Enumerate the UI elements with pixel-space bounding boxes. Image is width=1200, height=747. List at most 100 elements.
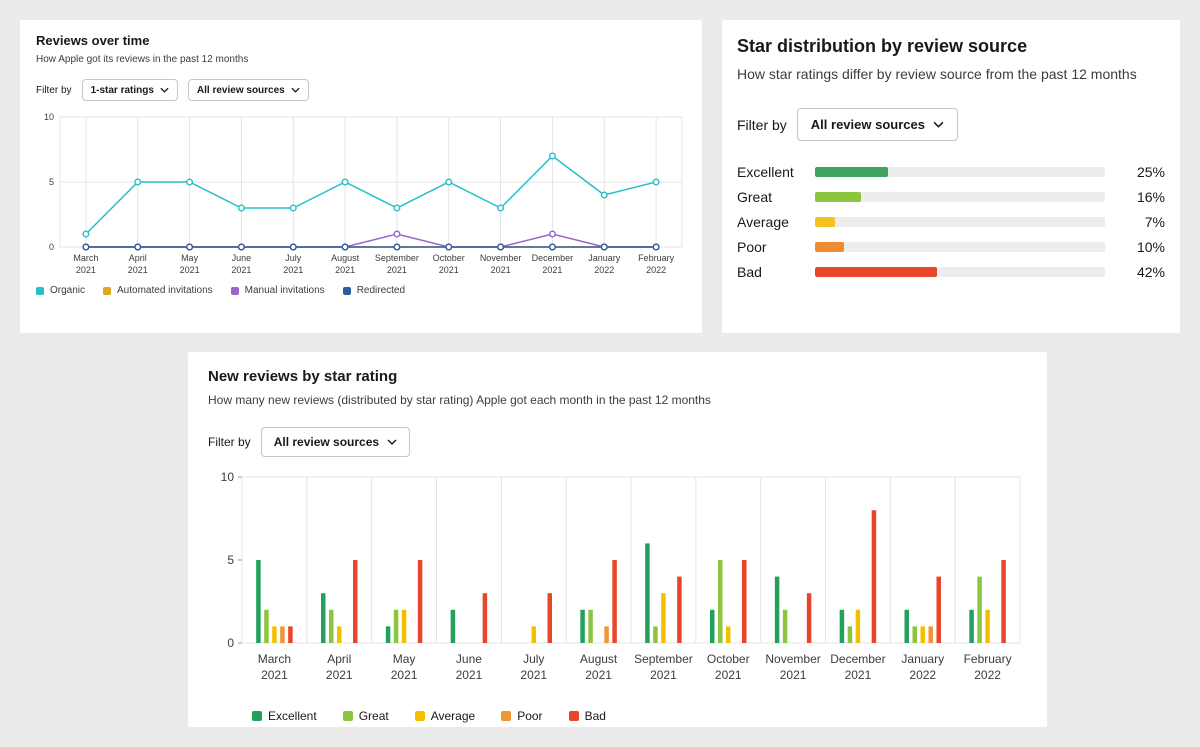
- svg-text:2021: 2021: [542, 265, 562, 275]
- dashboard-page: { "page": {"background": "#ebebeb", "car…: [0, 0, 1200, 747]
- legend-item-excellent: Excellent: [252, 709, 317, 723]
- new-reviews-filter-row: Filter by All review sources: [208, 427, 1027, 457]
- svg-text:May: May: [181, 253, 199, 263]
- reviews-over-time-filter-row: Filter by 1-star ratings All review sour…: [36, 79, 686, 101]
- svg-text:2021: 2021: [261, 668, 288, 682]
- review-source-filter-dropdown[interactable]: All review sources: [797, 108, 958, 141]
- legend-swatch: [103, 287, 111, 295]
- svg-text:2021: 2021: [585, 668, 612, 682]
- svg-text:2021: 2021: [715, 668, 742, 682]
- svg-text:10: 10: [44, 112, 54, 122]
- rating-bar-track: [815, 192, 1105, 202]
- legend-swatch: [231, 287, 239, 295]
- new-reviews-chart: 0510March2021April2021May2021June2021Jul…: [208, 471, 1027, 703]
- svg-text:2021: 2021: [845, 668, 872, 682]
- rating-bar-track: [815, 217, 1105, 227]
- star-rating-filter-dropdown[interactable]: 1-star ratings: [82, 79, 178, 101]
- svg-text:2021: 2021: [231, 265, 251, 275]
- svg-text:2021: 2021: [326, 668, 353, 682]
- svg-text:October: October: [707, 652, 750, 666]
- svg-text:March: March: [73, 253, 98, 263]
- card-star-distribution: Star distribution by review source How s…: [722, 20, 1180, 333]
- legend-label: Average: [431, 709, 475, 723]
- rating-label: Great: [737, 189, 815, 205]
- chevron-down-icon: [160, 87, 169, 93]
- rating-label: Bad: [737, 264, 815, 280]
- legend-label: Automated invitations: [117, 285, 213, 296]
- star-distribution-bars: Excellent25%Great16%Average7%Poor10%Bad4…: [737, 159, 1165, 284]
- svg-text:January: January: [901, 652, 944, 666]
- legend-label: Organic: [50, 285, 85, 296]
- svg-text:2022: 2022: [646, 265, 666, 275]
- svg-text:February: February: [964, 652, 1012, 666]
- rating-percentage: 10%: [1119, 239, 1165, 255]
- rating-percentage: 25%: [1119, 164, 1165, 180]
- star-rating-filter-value: 1-star ratings: [91, 85, 154, 96]
- svg-text:July: July: [523, 652, 544, 666]
- reviews-over-time-legend: Organic Automated invitations Manual invit…: [36, 285, 686, 296]
- legend-swatch: [343, 711, 353, 721]
- review-source-filter-value: All review sources: [274, 435, 379, 449]
- legend-swatch: [501, 711, 511, 721]
- svg-text:September: September: [375, 253, 419, 263]
- rating-label: Poor: [737, 239, 815, 255]
- svg-text:March: March: [258, 652, 291, 666]
- legend-label: Manual invitations: [245, 285, 325, 296]
- chevron-down-icon: [387, 439, 397, 445]
- svg-text:November: November: [765, 652, 820, 666]
- svg-text:December: December: [830, 652, 885, 666]
- legend-item-redirected: Redirected: [343, 285, 405, 296]
- legend-item-manual-invitations: Manual invitations: [231, 285, 325, 296]
- svg-text:2021: 2021: [128, 265, 148, 275]
- legend-item-poor: Poor: [501, 709, 542, 723]
- svg-text:5: 5: [49, 177, 54, 187]
- card-new-reviews: New reviews by star rating How many new …: [188, 352, 1047, 727]
- svg-text:November: November: [480, 253, 522, 263]
- svg-text:2021: 2021: [283, 265, 303, 275]
- reviews-over-time-chart: 0510March2021April2021May2021June2021Jul…: [36, 111, 686, 281]
- star-distribution-title: Star distribution by review source: [737, 36, 1165, 57]
- svg-text:2021: 2021: [520, 668, 547, 682]
- rating-bar-fill: [815, 267, 937, 277]
- distribution-row-excellent: Excellent 25%: [737, 159, 1165, 184]
- chevron-down-icon: [933, 121, 944, 128]
- legend-item-bad: Bad: [569, 709, 606, 723]
- svg-text:5: 5: [227, 553, 234, 567]
- star-distribution-subtitle: How star ratings differ by review source…: [737, 66, 1165, 82]
- svg-text:0: 0: [49, 242, 54, 252]
- legend-item-average: Average: [415, 709, 475, 723]
- rating-bar-fill: [815, 167, 888, 177]
- svg-text:June: June: [232, 253, 252, 263]
- new-reviews-title: New reviews by star rating: [208, 368, 1027, 385]
- review-source-filter-value: All review sources: [197, 85, 285, 96]
- legend-item-organic: Organic: [36, 285, 85, 296]
- svg-text:2021: 2021: [76, 265, 96, 275]
- legend-swatch: [569, 711, 579, 721]
- distribution-row-great: Great16%: [737, 184, 1165, 209]
- distribution-row-average: Average7%: [737, 209, 1165, 234]
- svg-text:2021: 2021: [650, 668, 677, 682]
- reviews-over-time-subtitle: How Apple got its reviews in the past 12…: [36, 54, 686, 65]
- filter-by-label: Filter by: [208, 435, 251, 449]
- rating-bar-track: [815, 167, 1105, 177]
- legend-swatch: [343, 287, 351, 295]
- rating-percentage: 7%: [1119, 214, 1165, 230]
- review-source-filter-value: All review sources: [811, 117, 925, 132]
- legend-label: Great: [359, 709, 389, 723]
- svg-text:January: January: [588, 253, 621, 263]
- svg-text:October: October: [433, 253, 465, 263]
- svg-text:September: September: [634, 652, 693, 666]
- svg-text:2021: 2021: [180, 265, 200, 275]
- star-distribution-filter-row: Filter by All review sources: [737, 108, 1165, 141]
- svg-text:0: 0: [227, 636, 234, 650]
- rating-bar-fill: [815, 242, 844, 252]
- svg-text:2021: 2021: [335, 265, 355, 275]
- review-source-filter-dropdown[interactable]: All review sources: [261, 427, 410, 457]
- rating-label: Excellent: [737, 164, 815, 180]
- new-reviews-legend: Excellent Great Average Poor Bad: [252, 709, 1027, 723]
- filter-by-label: Filter by: [36, 85, 72, 96]
- review-source-filter-dropdown[interactable]: All review sources: [188, 79, 309, 101]
- svg-text:August: August: [580, 652, 618, 666]
- legend-swatch: [252, 711, 262, 721]
- svg-text:10: 10: [221, 471, 235, 484]
